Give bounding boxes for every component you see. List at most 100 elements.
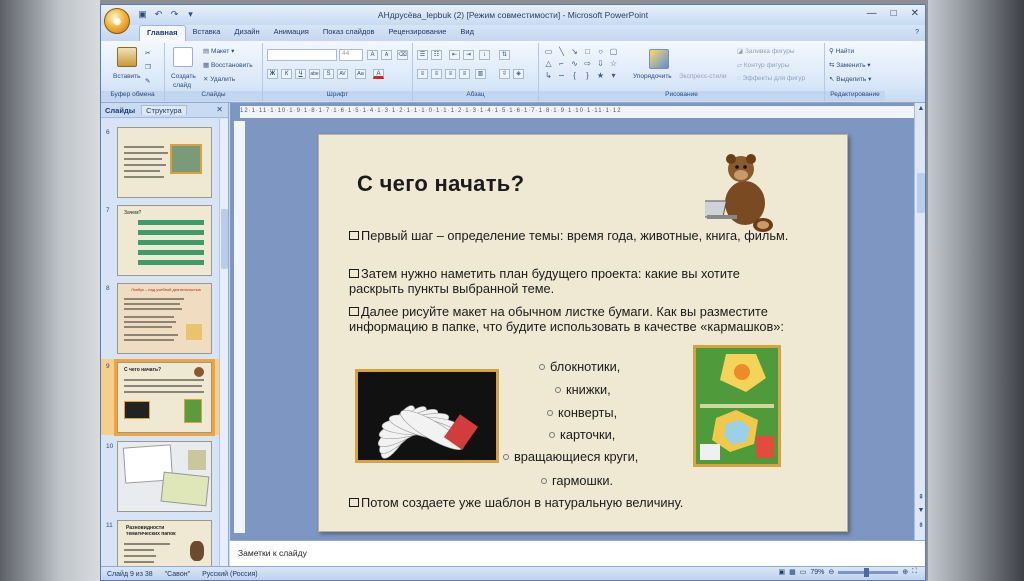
- quick-styles-button[interactable]: Экспресс-стили: [679, 73, 727, 80]
- text-direction-icon[interactable]: ⇅: [499, 50, 510, 60]
- tab-review[interactable]: Рецензирование: [381, 25, 453, 41]
- char-spacing-button[interactable]: AV: [337, 69, 348, 79]
- subitem-5[interactable]: вращающиеся круги,: [503, 449, 638, 464]
- scroll-down-icon[interactable]: ▼: [916, 507, 925, 517]
- slide-title[interactable]: С чего начать?: [357, 171, 524, 197]
- scroll-up-icon[interactable]: ▲: [916, 105, 925, 115]
- arrange-button[interactable]: Упорядочить: [633, 73, 672, 80]
- notes-placeholder[interactable]: Заметки к слайду: [238, 548, 307, 558]
- increase-indent-icon[interactable]: ⇥: [463, 50, 474, 60]
- shape-fill-button[interactable]: ◪ Заливка фигуры: [737, 47, 795, 55]
- slide-thumbnail-11[interactable]: Разновидности тематических папок: [117, 520, 212, 566]
- triangle-icon[interactable]: △: [543, 59, 554, 69]
- tab-slides-panel[interactable]: Слайды: [105, 106, 135, 115]
- subitem-1[interactable]: блокнотики,: [539, 359, 620, 374]
- shapes-gallery[interactable]: ▭ ╲ ↘ □ ○ ▢ △ ⌐ ∿ ⇨ ⇩ ☆ ↳ ∽{} ★ ▾: [543, 47, 619, 81]
- panel-scroll-thumb[interactable]: [221, 209, 228, 269]
- tab-view[interactable]: Вид: [453, 25, 481, 41]
- language-indicator[interactable]: Русский (Россия): [196, 571, 264, 578]
- format-painter-icon[interactable]: ✎: [145, 77, 150, 85]
- justify-icon[interactable]: ≡: [459, 69, 470, 79]
- close-button[interactable]: ✕: [911, 8, 919, 19]
- editor-scrollbar[interactable]: ▲ ⇞ ▼ ⇟: [914, 103, 925, 540]
- delete-button[interactable]: ✕ Удалить: [203, 75, 235, 83]
- normal-view-icon[interactable]: ▣: [778, 568, 785, 576]
- maximize-button[interactable]: □: [891, 8, 897, 19]
- slide-thumbnail-9[interactable]: С чего начать?: [114, 359, 215, 436]
- slide-thumbnail-7[interactable]: Зачем?: [117, 205, 212, 276]
- tab-insert[interactable]: Вставка: [186, 25, 228, 41]
- bullet-4[interactable]: Потом создаете уже шаблон в натуральную …: [349, 495, 819, 511]
- editor-scroll-thumb[interactable]: [917, 173, 925, 213]
- replace-button[interactable]: ⇆ Заменить ▾: [829, 61, 871, 69]
- align-right-icon[interactable]: ≡: [445, 69, 456, 79]
- subitem-4[interactable]: карточки,: [549, 427, 615, 442]
- new-slide-label-2[interactable]: слайд: [173, 82, 191, 89]
- new-slide-label-1[interactable]: Создать: [171, 73, 196, 80]
- paste-icon[interactable]: [117, 47, 137, 67]
- more-shapes-icon[interactable]: ▾: [608, 71, 619, 81]
- star5-icon[interactable]: ★: [595, 71, 606, 81]
- slide-thumbnail-10[interactable]: [117, 441, 212, 512]
- panel-close-icon[interactable]: ✕: [216, 105, 223, 114]
- select-button[interactable]: ↖ Выделить ▾: [829, 75, 871, 83]
- slide-thumbnail-8[interactable]: Лэпбук – над учебной деятельностью: [117, 283, 212, 354]
- elbow-icon[interactable]: ⌐: [556, 59, 567, 69]
- decrease-indent-icon[interactable]: ⇤: [449, 50, 460, 60]
- underline-button[interactable]: Ч: [295, 69, 306, 79]
- bullets-icon[interactable]: ☰: [417, 50, 428, 60]
- subitem-3[interactable]: конверты,: [547, 405, 617, 420]
- help-icon[interactable]: ?: [915, 29, 919, 36]
- curve-icon[interactable]: ∿: [569, 59, 580, 69]
- paste-button[interactable]: Вставить: [113, 73, 141, 80]
- brace-close-icon[interactable]: }: [582, 71, 593, 81]
- font-family-select[interactable]: [267, 49, 337, 61]
- strikethrough-button[interactable]: abe: [309, 69, 320, 79]
- clear-format-icon[interactable]: ⌫: [397, 50, 408, 60]
- reset-button[interactable]: ▦ Восстановить: [203, 61, 253, 69]
- arrange-icon[interactable]: [649, 49, 669, 69]
- copy-icon[interactable]: ❐: [145, 63, 151, 71]
- bullet-1[interactable]: Первый шаг – определение темы: время год…: [349, 228, 789, 244]
- zoom-slider[interactable]: [838, 567, 899, 577]
- numbering-icon[interactable]: ☷: [431, 50, 442, 60]
- bent-line-icon[interactable]: ↳: [543, 71, 554, 81]
- align-center-icon[interactable]: ≡: [431, 69, 442, 79]
- new-slide-icon[interactable]: [173, 47, 193, 67]
- font-size-select[interactable]: 44: [339, 49, 363, 61]
- right-arrow-icon[interactable]: ⇨: [582, 59, 593, 69]
- font-color-button[interactable]: A: [373, 69, 384, 79]
- bullet-3[interactable]: Далее рисуйте макет на обычном листке бу…: [349, 304, 819, 334]
- photo-fan-cards[interactable]: [355, 369, 499, 463]
- smartart-icon[interactable]: ◈: [513, 69, 524, 79]
- bullet-2[interactable]: Затем нужно наметить план будущего проек…: [349, 266, 789, 296]
- oval-icon[interactable]: ○: [595, 47, 606, 57]
- shape-effects-button[interactable]: ◌ Эффекты для фигур: [737, 75, 805, 82]
- notes-pane[interactable]: Заметки к слайду: [230, 540, 925, 566]
- photo-lapbook-folder[interactable]: [693, 345, 781, 467]
- zoom-in-icon[interactable]: ⊕: [902, 568, 908, 576]
- line-icon[interactable]: ╲: [556, 47, 567, 57]
- rectangle-icon[interactable]: ▭: [543, 47, 554, 57]
- s-curve-icon[interactable]: ∽: [556, 71, 567, 81]
- tab-home[interactable]: Главная: [139, 25, 186, 41]
- fit-window-icon[interactable]: ⛶: [912, 568, 917, 576]
- bear-with-laptop-image[interactable]: [705, 151, 777, 235]
- align-left-icon[interactable]: ≡: [417, 69, 428, 79]
- minimize-button[interactable]: —: [867, 8, 877, 19]
- brace-open-icon[interactable]: {: [569, 71, 580, 81]
- shadow-button[interactable]: S: [323, 69, 334, 79]
- star-icon[interactable]: ☆: [608, 59, 619, 69]
- tab-animation[interactable]: Анимация: [267, 25, 316, 41]
- arrow-icon[interactable]: ↘: [569, 47, 580, 57]
- panel-scrollbar[interactable]: [219, 119, 228, 566]
- zoom-level[interactable]: 79%: [810, 569, 824, 576]
- columns-icon[interactable]: ▥: [475, 69, 486, 79]
- italic-button[interactable]: К: [281, 69, 292, 79]
- cut-icon[interactable]: ✂: [145, 49, 150, 57]
- slideshow-view-icon[interactable]: ▭: [800, 568, 807, 576]
- rect-icon[interactable]: □: [582, 47, 593, 57]
- sorter-view-icon[interactable]: ▦: [789, 568, 796, 576]
- prev-slide-icon[interactable]: ⇞: [916, 493, 925, 503]
- layout-button[interactable]: ▤ Макет ▾: [203, 47, 234, 55]
